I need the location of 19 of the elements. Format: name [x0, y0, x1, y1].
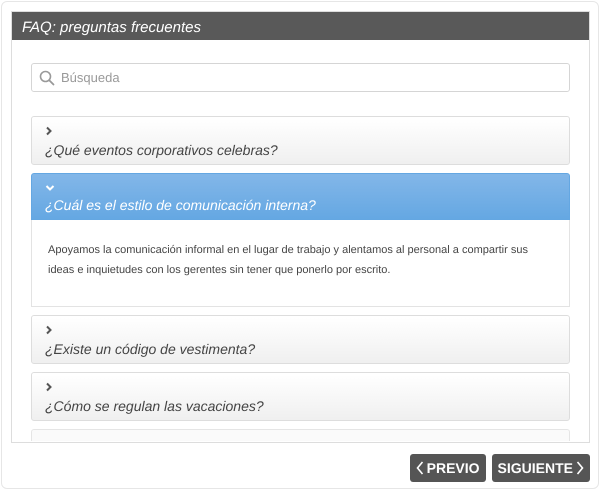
chevron-down-icon [45, 184, 55, 192]
search-icon [39, 70, 55, 86]
accordion-header[interactable]: ¿Cómo se regulan las vacaciones? [31, 372, 570, 421]
search-field[interactable]: Búsqueda [31, 63, 570, 92]
chevron-right-icon [45, 382, 53, 392]
chevron-right-icon [45, 126, 53, 136]
question-text: ¿Existe un código de vestimenta? [45, 340, 256, 359]
chevron-right-icon [576, 461, 584, 475]
next-button[interactable]: SIGUIENTE [492, 454, 590, 482]
question-text: ¿Qué eventos corporativos celebras? [45, 141, 279, 160]
question-text: ¿Cuál es el estilo de comunicación interna? [45, 196, 317, 215]
accordion-header[interactable]: ¿Qué eventos corporativos celebras? [31, 116, 570, 165]
question-text: ¿Cómo se regulan las vacaciones? [45, 397, 265, 416]
answer-text: Apoyamos la comunicación informal en el lugar de trabajo y alentamos al personal a compartir sus ideas e inquietudes con los gerentes sin tener que ponerlo por escrito. [31, 220, 570, 307]
chevron-right-icon [45, 325, 53, 335]
chevron-left-icon [416, 461, 424, 475]
previous-button[interactable]: PREVIO [410, 454, 486, 482]
panel-title: FAQ: preguntas frecuentes [12, 12, 589, 40]
accordion-header[interactable]: ¿Existe un código de vestimenta? [31, 315, 570, 364]
